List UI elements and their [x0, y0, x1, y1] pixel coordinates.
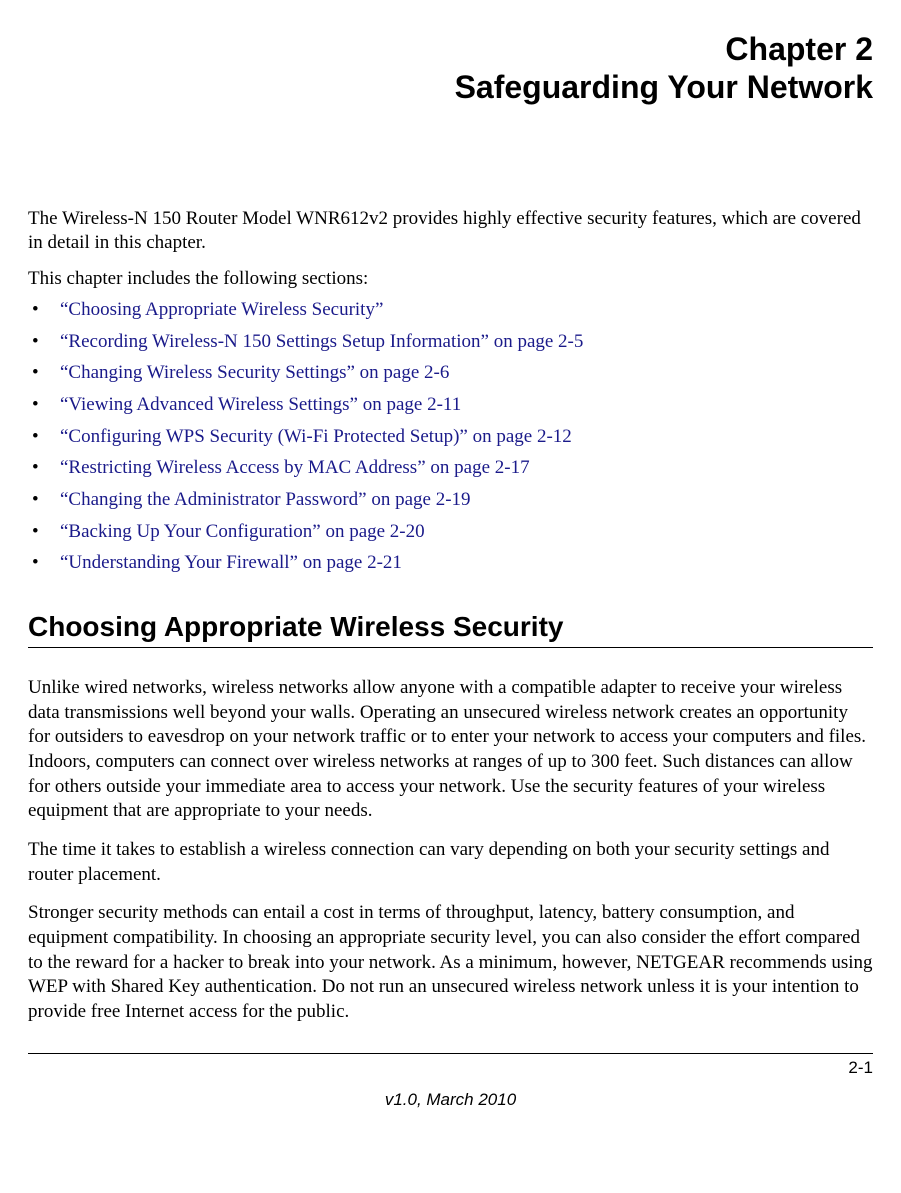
section-link[interactable]: “Changing Wireless Security Settings” on…: [60, 362, 449, 383]
list-item: “Changing Wireless Security Settings” on…: [28, 357, 873, 389]
section-link[interactable]: “Restricting Wireless Access by MAC Addr…: [60, 457, 530, 478]
section-link[interactable]: “Recording Wireless-N 150 Settings Setup…: [60, 331, 583, 352]
heading-rule: [28, 647, 873, 648]
section-heading: Choosing Appropriate Wireless Security: [28, 611, 873, 643]
list-item: “Configuring WPS Security (Wi-Fi Protect…: [28, 421, 873, 453]
chapter-label: Chapter 2: [28, 30, 873, 68]
page-number: 2-1: [28, 1058, 873, 1078]
section-link[interactable]: “Configuring WPS Security (Wi-Fi Protect…: [60, 426, 572, 447]
section-link[interactable]: “Viewing Advanced Wireless Settings” on …: [60, 394, 461, 415]
footer: 2-1 v1.0, March 2010: [28, 1058, 873, 1110]
page: Chapter 2 Safeguarding Your Network The …: [0, 0, 901, 1193]
intro-paragraph: The Wireless-N 150 Router Model WNR612v2…: [28, 207, 873, 256]
list-item: “Backing Up Your Configuration” on page …: [28, 516, 873, 548]
section-link[interactable]: “Changing the Administrator Password” on…: [60, 489, 471, 510]
chapter-header: Chapter 2 Safeguarding Your Network: [28, 30, 873, 107]
section-list: “Choosing Appropriate Wireless Security”…: [28, 294, 873, 579]
body-paragraph: The time it takes to establish a wireles…: [28, 838, 873, 887]
list-item: “Choosing Appropriate Wireless Security”: [28, 294, 873, 326]
body-paragraph: Stronger security methods can entail a c…: [28, 901, 873, 1024]
version-text: v1.0, March 2010: [28, 1090, 873, 1110]
section-list-intro: This chapter includes the following sect…: [28, 268, 873, 290]
list-item: “Restricting Wireless Access by MAC Addr…: [28, 452, 873, 484]
list-item: “Understanding Your Firewall” on page 2-…: [28, 547, 873, 579]
section-link[interactable]: “Choosing Appropriate Wireless Security”: [60, 299, 383, 320]
list-item: “Changing the Administrator Password” on…: [28, 484, 873, 516]
list-item: “Viewing Advanced Wireless Settings” on …: [28, 389, 873, 421]
chapter-title: Safeguarding Your Network: [28, 68, 873, 106]
list-item: “Recording Wireless-N 150 Settings Setup…: [28, 326, 873, 358]
section-link[interactable]: “Backing Up Your Configuration” on page …: [60, 521, 425, 542]
body-paragraph: Unlike wired networks, wireless networks…: [28, 676, 873, 824]
footer-rule: [28, 1053, 873, 1054]
section-link[interactable]: “Understanding Your Firewall” on page 2-…: [60, 552, 402, 573]
